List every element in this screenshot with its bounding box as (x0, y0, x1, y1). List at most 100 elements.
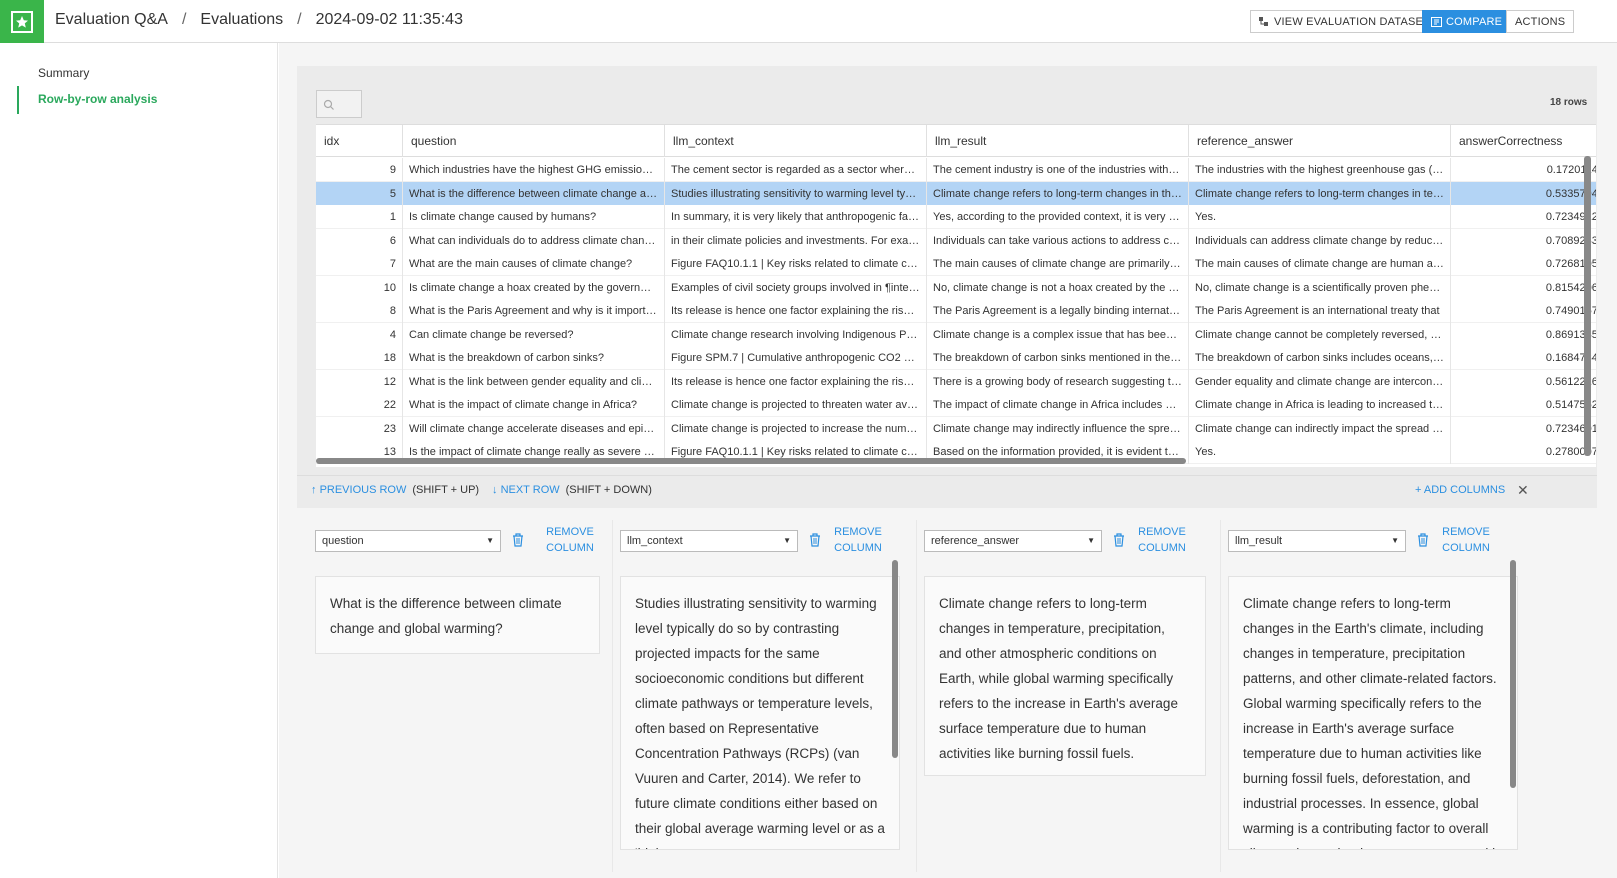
column-select-2[interactable]: llm_context ▼ (620, 530, 798, 552)
table-cell-reference-answer: Climate change cannot be completely reve… (1189, 322, 1451, 347)
table-cell-question: What is the breakdown of carbon sinks? (403, 346, 665, 370)
breadcrumb-evaluations[interactable]: Evaluations (200, 11, 283, 28)
plus-icon: + (1415, 484, 1424, 496)
column-header-reference-answer[interactable]: reference_answer (1189, 125, 1451, 157)
table-cell-idx: 7 (316, 252, 403, 276)
table-row[interactable]: 12 What is the link between gender equali… (316, 369, 1596, 394)
table-cell-idx: 6 (316, 228, 403, 253)
compare-button[interactable]: COMPARE (1422, 10, 1512, 33)
table-cell-llm-context: In summary, it is very likely that anthr… (665, 205, 927, 229)
sidebar-item-summary[interactable]: Summary (38, 66, 89, 80)
caret-down-icon: ▼ (1087, 536, 1095, 545)
table-cell-llm-context: Climate change is projected to threaten … (665, 393, 927, 417)
detail-column-1: question ▼ REMOVE COLUMN What is the diff… (315, 520, 615, 872)
table-cell-idx: 8 (316, 299, 403, 323)
app-logo[interactable] (0, 0, 44, 43)
table-cell-idx: 1 (316, 205, 403, 229)
table-cell-llm-context: Its release is hence one factor explaini… (665, 369, 927, 394)
column-select-3[interactable]: reference_answer ▼ (924, 530, 1102, 552)
table-row[interactable]: 18 What is the breakdown of carbon sinks?… (316, 346, 1596, 370)
next-row-shortcut: (SHIFT + DOWN) (565, 484, 652, 496)
table-cell-question: Will climate change accelerate diseases … (403, 416, 665, 441)
table-cell-question: What is the link between gender equality… (403, 369, 665, 394)
next-row-button[interactable]: ↓ NEXT ROW (SHIFT + DOWN) (492, 484, 652, 496)
remove-column-button[interactable]: REMOVE COLUMN (1132, 524, 1192, 556)
table-cell-reference-answer: Climate change refers to long-term chang… (1189, 181, 1451, 206)
horizontal-scrollbar[interactable] (316, 458, 1186, 464)
table-row[interactable]: 6 What can individuals do to address clim… (316, 228, 1596, 253)
view-evaluation-dataset-button[interactable]: VIEW EVALUATION DATASET (1250, 10, 1439, 33)
vertical-scrollbar[interactable] (1584, 156, 1591, 456)
add-columns-button[interactable]: + ADD COLUMNS (1415, 484, 1505, 496)
card-scrollbar[interactable] (1510, 560, 1516, 788)
trash-icon[interactable] (1416, 532, 1430, 548)
table-row[interactable]: 5 What is the difference between climate … (316, 181, 1596, 206)
table-cell-reference-answer: The breakdown of carbon sinks includes o… (1189, 346, 1451, 370)
trash-icon[interactable] (808, 532, 822, 548)
table-cell-question: What is the difference between climate c… (403, 181, 665, 206)
next-row-label: NEXT ROW (500, 484, 560, 496)
table-cell-question: What can individuals do to address clima… (403, 228, 665, 253)
table-cell-idx: 9 (316, 158, 403, 182)
table-row[interactable]: 8 What is the Paris Agreement and why is … (316, 299, 1596, 323)
column-select-4[interactable]: llm_result ▼ (1228, 530, 1406, 552)
remove-column-button[interactable]: REMOVE COLUMN (1436, 524, 1496, 556)
remove-column-button[interactable]: REMOVE COLUMN (540, 524, 600, 556)
cell-text-card: Climate change refers to long-term chang… (1228, 576, 1518, 850)
detail-column-2: llm_context ▼ REMOVE COLUMN Studies illus… (620, 520, 920, 872)
grid-search-input[interactable] (316, 90, 362, 118)
table-row[interactable]: 9 Which industries have the highest GHG e… (316, 158, 1596, 182)
trash-icon[interactable] (511, 532, 525, 548)
column-header-llm-result[interactable]: llm_result (927, 125, 1189, 157)
table-cell-llm-result: Yes, according to the provided context, … (927, 205, 1189, 229)
table-cell-reference-answer: Individuals can address climate change b… (1189, 228, 1451, 253)
table-cell-llm-result: There is a growing body of research sugg… (927, 369, 1189, 394)
column-header-llm-context[interactable]: llm_context (665, 125, 927, 157)
column-header-answer-correctness[interactable]: answerCorrectness (1451, 125, 1596, 157)
table-row[interactable]: 10 Is climate change a hoax created by th… (316, 275, 1596, 300)
breadcrumb-separator: / (297, 11, 302, 28)
flow-star-icon (11, 10, 33, 33)
table-cell-question: Is climate change a hoax created by the … (403, 275, 665, 300)
table-cell-question: Is climate change caused by humans? (403, 205, 665, 229)
table-cell-idx: 18 (316, 346, 403, 370)
table-cell-llm-context: Figure FAQ10.1.1 | Key risks related to … (665, 252, 927, 276)
table-row[interactable]: 23 Will climate change accelerate disease… (316, 416, 1596, 441)
table-cell-llm-context: Studies illustrating sensitivity to warm… (665, 181, 927, 206)
table-cell-reference-answer: The main causes of climate change are hu… (1189, 252, 1451, 276)
column-select-value: llm_result (1235, 535, 1283, 547)
caret-down-icon: ▼ (783, 536, 791, 545)
table-cell-llm-context: Examples of civil society groups involve… (665, 275, 927, 300)
row-count: 18 rows (1550, 97, 1588, 108)
column-select-value: question (322, 535, 364, 547)
breadcrumb-project[interactable]: Evaluation Q&A (55, 11, 168, 28)
table-cell-reference-answer: Yes. (1189, 205, 1451, 229)
table-row[interactable]: 4 Can climate change be reversed? Climate … (316, 322, 1596, 347)
table-cell-llm-result: Climate change refers to long-term chang… (927, 181, 1189, 206)
sidebar-item-row-by-row-analysis[interactable]: Row-by-row analysis (38, 92, 157, 106)
table-row[interactable]: 7 What are the main causes of climate cha… (316, 252, 1596, 276)
remove-column-button[interactable]: REMOVE COLUMN (828, 524, 888, 556)
actions-button[interactable]: ACTIONS (1506, 10, 1575, 33)
table-cell-llm-result: Climate change is a complex issue that h… (927, 322, 1189, 347)
table-header: idx question llm_context llm_result refe… (316, 125, 1596, 157)
breadcrumb-separator: / (181, 11, 187, 28)
table-cell-llm-context: Its release is hence one factor explaini… (665, 299, 927, 323)
column-header-question[interactable]: question (403, 125, 665, 157)
detail-column-4: llm_result ▼ REMOVE COLUMN Climate change… (1228, 520, 1528, 872)
column-select-value: llm_context (627, 535, 683, 547)
column-select-value: reference_answer (931, 535, 1020, 547)
table-row[interactable]: 1 Is climate change caused by humans? In s… (316, 205, 1596, 229)
column-header-idx[interactable]: idx (316, 125, 403, 157)
close-icon[interactable]: ✕ (1517, 482, 1529, 499)
trash-icon[interactable] (1112, 532, 1126, 548)
table-cell-question: What is the impact of climate change in … (403, 393, 665, 417)
previous-row-button[interactable]: ↑ PREVIOUS ROW (SHIFT + UP) (311, 484, 479, 496)
table-cell-idx: 10 (316, 275, 403, 300)
table-cell-answer-correctness: 0.72349227 (1451, 205, 1596, 229)
table-row[interactable]: 22 What is the impact of climate change i… (316, 393, 1596, 417)
column-select-1[interactable]: question ▼ (315, 530, 501, 552)
breadcrumb: Evaluation Q&A / Evaluations / 2024-09-02 11… (55, 11, 463, 29)
table-cell-answer-correctness: 0.70892336 (1451, 229, 1596, 253)
card-scrollbar[interactable] (892, 560, 898, 758)
